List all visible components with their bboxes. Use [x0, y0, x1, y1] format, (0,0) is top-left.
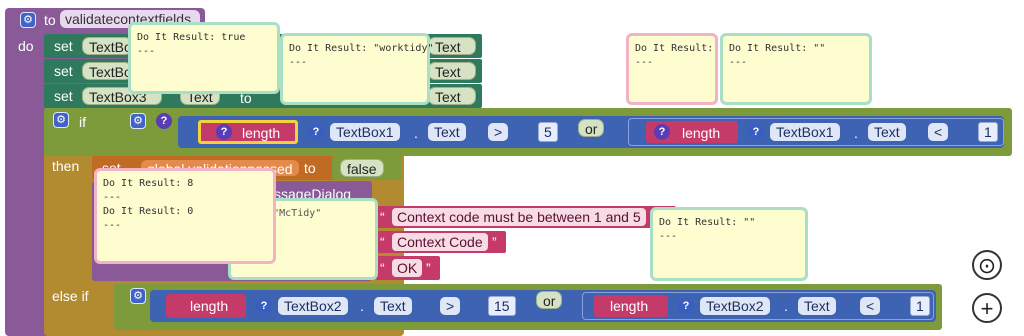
cond2-op[interactable]: < [928, 123, 949, 141]
cond4-component[interactable]: TextBox2 [700, 297, 770, 315]
button-quote-open: “ [380, 260, 385, 276]
procedure-do-keyword: do [18, 38, 34, 54]
cond3-value[interactable]: 15 [488, 296, 516, 316]
then-to-keyword: to [304, 160, 316, 176]
message-quote-open: “ [380, 209, 385, 225]
cond4-dot: . [784, 298, 788, 314]
cond3-prop[interactable]: Text [374, 297, 412, 315]
set-row-2-keyword: set [54, 63, 73, 79]
result-bubble-4[interactable]: Do It Result: "" --- [720, 33, 872, 105]
title-quote-open: “ [380, 234, 385, 250]
cond3-component[interactable]: TextBox2 [278, 297, 348, 315]
procedure-gear-icon[interactable]: ⚙ [20, 12, 36, 28]
recenter-icon[interactable]: ⊙ [972, 250, 1002, 280]
cond4-help-icon[interactable]: ? [678, 298, 694, 314]
elseif-keyword: else if [52, 288, 89, 304]
set-row-2-value-prop[interactable]: Text [428, 62, 476, 80]
set-row-2-component[interactable]: TextBox2 [82, 62, 132, 80]
button-string[interactable]: OK [392, 259, 423, 277]
cond1-value[interactable]: 5 [538, 122, 558, 142]
set-row-1-value-prop[interactable]: Text [428, 37, 476, 55]
cond1-dot: . [414, 125, 418, 141]
cond1-prop[interactable]: Text [428, 123, 466, 141]
title-quote-close: ” [492, 234, 497, 250]
cond1-help-icon[interactable]: ? [216, 124, 232, 140]
zoom-in-icon[interactable]: + [972, 293, 1002, 323]
cond1-op[interactable]: > [488, 123, 509, 141]
result-bubble-1[interactable]: Do It Result: true --- [128, 22, 280, 94]
set-row-3-value-prop[interactable]: Text [428, 87, 476, 105]
set-row-1-component[interactable]: TextBox1 [82, 37, 132, 55]
elseif-gear-icon[interactable]: ⚙ [130, 288, 146, 304]
cond4-value[interactable]: 1 [910, 296, 930, 316]
title-string[interactable]: Context Code [392, 233, 488, 251]
cond4-func: length [610, 298, 649, 314]
cond3-op[interactable]: > [440, 297, 461, 315]
cond-gear-icon[interactable]: ⚙ [130, 113, 146, 129]
cond4-op[interactable]: < [860, 297, 881, 315]
or-help-icon[interactable]: ? [156, 113, 172, 129]
result-bubble-5[interactable]: Do It Result: 8 --- Do It Result: 0 --- [94, 168, 276, 264]
set-row-1-keyword: set [54, 38, 73, 54]
cond3-func: length [190, 298, 229, 314]
cond2-help-icon[interactable]: ? [654, 124, 670, 140]
message-string[interactable]: Context code must be between 1 and 5 [392, 208, 646, 226]
cond2-prop[interactable]: Text [868, 123, 906, 141]
cond3-help-icon[interactable]: ? [256, 298, 272, 314]
button-quote-close: ” [426, 260, 431, 276]
cond4-prop[interactable]: Text [798, 297, 836, 315]
procedure-to-keyword: to [44, 12, 56, 28]
elseif-or-label[interactable]: or [536, 291, 563, 309]
then-keyword: then [52, 158, 80, 174]
set-row-3-keyword: set [54, 88, 73, 104]
cond2-func: length [682, 125, 721, 141]
cond2-component[interactable]: TextBox1 [770, 123, 840, 141]
cond2-value[interactable]: 1 [978, 122, 998, 142]
cond2-dot: . [854, 125, 858, 141]
result-bubble-6[interactable]: Do It Result: "" --- [650, 207, 808, 281]
if-keyword: if [79, 114, 86, 130]
or-label[interactable]: or [578, 119, 605, 137]
result-bubble-2[interactable]: Do It Result: "worktidy" --- [280, 33, 434, 105]
cond3-dot: . [360, 298, 364, 314]
cond1-component-help-icon[interactable]: ? [308, 124, 324, 140]
result-bubble-3[interactable]: Do It Result: 0 --- [626, 33, 725, 105]
cond1-component[interactable]: TextBox1 [330, 123, 400, 141]
cond2-component-help-icon[interactable]: ? [748, 124, 764, 140]
then-false-value[interactable]: false [340, 159, 384, 177]
if-gear-icon[interactable]: ⚙ [53, 112, 69, 128]
cond1-func: length [242, 125, 281, 141]
